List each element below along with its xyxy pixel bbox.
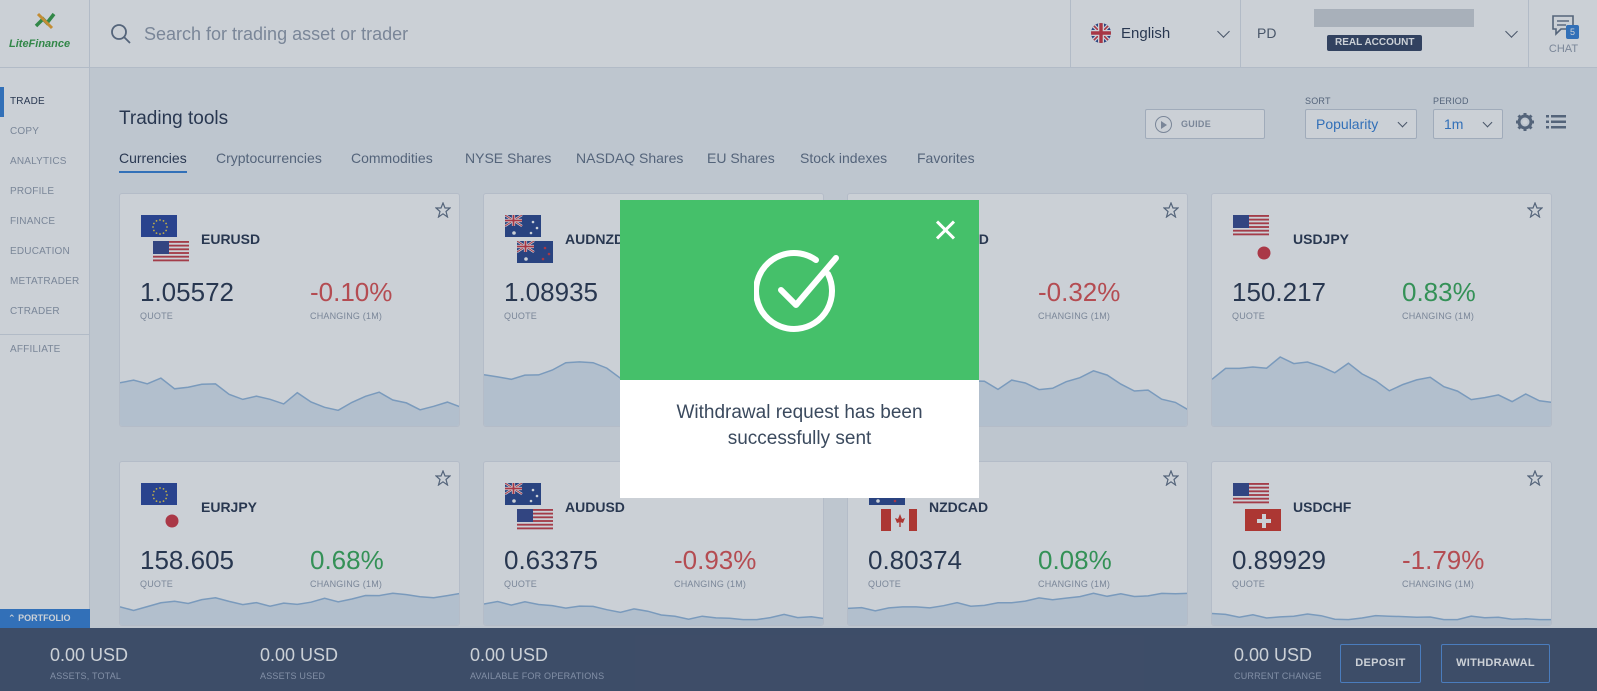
success-modal: Withdrawal request has been successfully… [620,200,979,498]
modal-header [620,200,979,380]
close-icon[interactable] [935,220,955,240]
check-circle-icon [754,250,839,332]
modal-message: Withdrawal request has been successfully… [676,402,923,449]
